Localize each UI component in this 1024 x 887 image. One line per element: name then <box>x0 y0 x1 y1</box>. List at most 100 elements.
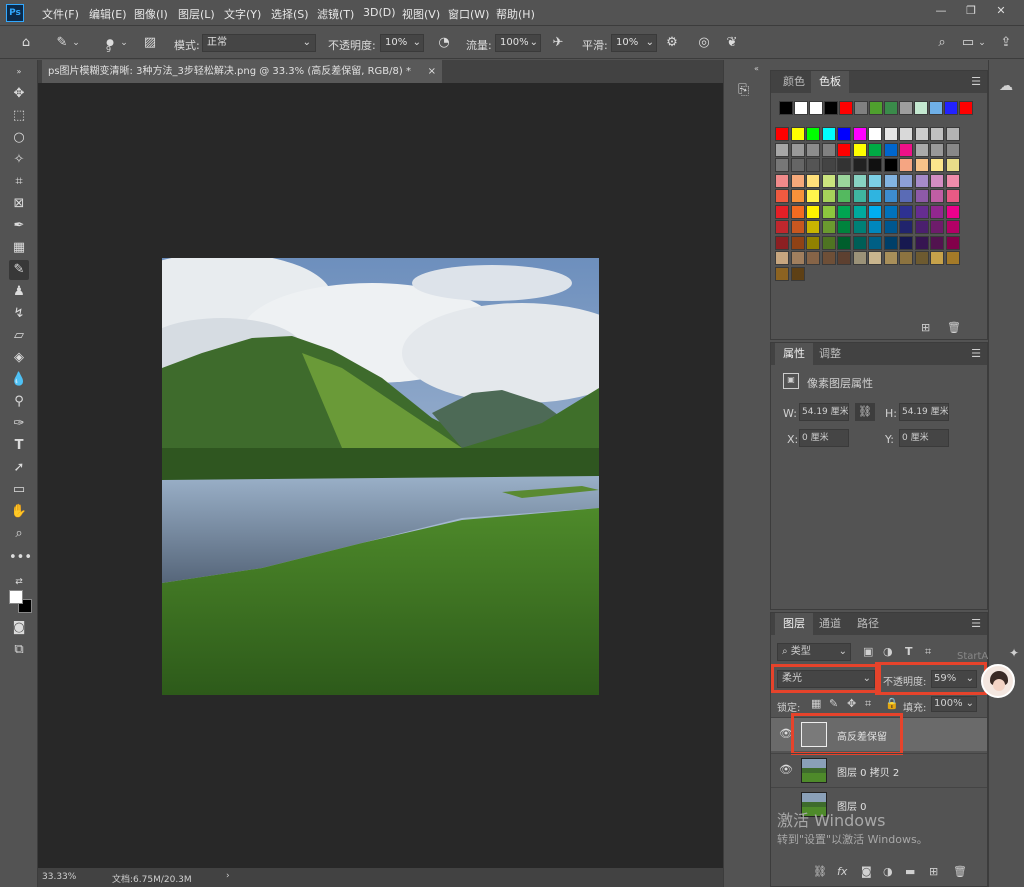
move-tool-icon[interactable]: ✥ <box>9 84 29 104</box>
panel-menu-icon[interactable]: ☰ <box>971 347 981 360</box>
color-swatch[interactable] <box>930 127 944 141</box>
trash-icon[interactable]: 🗑 <box>953 865 967 878</box>
color-swatch[interactable] <box>883 173 898 188</box>
color-swatch[interactable] <box>852 204 867 219</box>
color-swatch[interactable] <box>837 173 851 188</box>
more-tools-icon[interactable]: ••• <box>9 548 32 568</box>
lock-position-icon[interactable]: ✥ <box>847 697 856 710</box>
opacity-input[interactable]: 10% ⌄ <box>380 34 424 52</box>
color-swatch[interactable] <box>790 158 805 172</box>
color-swatch[interactable] <box>868 173 882 188</box>
minimize-icon[interactable]: — <box>930 4 952 20</box>
color-swatch[interactable] <box>775 158 789 172</box>
fx-icon[interactable]: fx <box>837 865 847 878</box>
trash-icon[interactable]: 🗑 <box>947 321 961 334</box>
link-layers-icon[interactable]: ⛓ <box>813 865 827 878</box>
history-panel-icon[interactable]: ⎘ <box>738 82 749 98</box>
path-select-tool-icon[interactable]: ➚ <box>9 458 29 478</box>
color-swatch[interactable] <box>806 220 820 234</box>
brush-settings-icon[interactable]: ▨ <box>140 33 160 53</box>
color-swatch[interactable] <box>806 235 820 250</box>
color-swatch[interactable] <box>868 235 882 250</box>
color-swatch[interactable] <box>837 235 851 250</box>
color-swatch[interactable] <box>914 173 929 188</box>
color-swatch[interactable] <box>899 189 913 203</box>
filter-adjustment-icon[interactable]: ◑ <box>883 645 893 658</box>
color-swatch[interactable] <box>837 142 851 157</box>
color-swatch[interactable] <box>883 189 898 203</box>
color-swatch[interactable] <box>775 266 789 281</box>
marquee-tool-icon[interactable]: ⬚ <box>9 106 29 126</box>
fill-input[interactable]: 100% ⌄ <box>931 696 977 712</box>
color-swatch[interactable] <box>945 220 960 234</box>
color-swatch[interactable] <box>837 189 851 203</box>
avatar[interactable] <box>981 664 1015 698</box>
menu-select[interactable]: 选择(S) <box>271 6 309 22</box>
layer-row[interactable]: 👁 高反差保留 <box>771 713 987 755</box>
zoom-tool-icon[interactable]: ⌕ <box>9 524 29 544</box>
color-swatch[interactable] <box>883 158 898 172</box>
color-swatch[interactable] <box>945 173 960 188</box>
color-swatch[interactable] <box>883 235 898 250</box>
document-tab[interactable]: ps图片模糊变清晰: 3种方法_3步轻松解决.png @ 33.3% (高反差保… <box>42 60 442 83</box>
symmetry-icon[interactable]: ❦ <box>722 33 742 53</box>
tab-swatches[interactable]: 色板 <box>811 71 849 93</box>
color-swatch[interactable] <box>868 158 882 172</box>
new-layer-icon[interactable]: ⊞ <box>929 865 938 878</box>
panel-menu-icon[interactable]: ☰ <box>971 617 981 630</box>
color-swatch[interactable] <box>914 101 928 115</box>
color-swatch[interactable] <box>806 251 820 265</box>
height-input[interactable]: 54.19 厘米 <box>899 403 949 421</box>
pressure-opacity-icon[interactable]: ◔ <box>434 33 454 53</box>
color-swatch[interactable] <box>775 173 789 188</box>
pen-tool-icon[interactable]: ✑ <box>9 414 29 434</box>
add-mask-icon[interactable]: ◙ <box>861 865 872 878</box>
color-swatch[interactable] <box>868 220 882 234</box>
flow-input[interactable]: 100% ⌄ <box>495 34 541 52</box>
home-icon[interactable]: ⌂ <box>16 33 36 53</box>
color-swatch[interactable] <box>806 142 820 157</box>
color-swatch[interactable] <box>821 127 836 141</box>
lock-all-icon[interactable]: 🔒 <box>885 697 899 710</box>
menu-help[interactable]: 帮助(H) <box>496 6 535 22</box>
tab-paths[interactable]: 路径 <box>849 613 887 635</box>
color-swatch[interactable] <box>775 204 789 219</box>
paint-bucket-tool-icon[interactable]: ◈ <box>9 348 29 368</box>
chevron-right-icon[interactable]: › <box>226 871 230 881</box>
color-swatch[interactable] <box>837 204 851 219</box>
color-swatch[interactable] <box>914 189 929 203</box>
color-swatch[interactable] <box>869 101 883 115</box>
x-input[interactable]: 0 厘米 <box>799 429 849 447</box>
chevron-down-icon[interactable]: ⌄ <box>70 33 82 53</box>
pressure-size-icon[interactable]: ◎ <box>694 33 714 53</box>
new-swatch-icon[interactable]: ⊞ <box>921 321 930 334</box>
color-swatch[interactable] <box>945 204 960 219</box>
color-swatch[interactable] <box>945 127 960 141</box>
stamp-tool-icon[interactable]: ♟ <box>9 282 29 302</box>
menu-type[interactable]: 文字(Y) <box>224 6 261 22</box>
lock-pixels-icon[interactable]: ✎ <box>829 697 838 710</box>
panel-menu-icon[interactable]: ☰ <box>971 75 981 88</box>
color-swatch[interactable] <box>824 101 838 115</box>
eye-icon[interactable]: 👁 <box>779 728 793 740</box>
color-swatch[interactable] <box>899 173 913 188</box>
color-swatch[interactable] <box>930 142 944 157</box>
gear-icon[interactable]: ⚙ <box>662 33 682 53</box>
collapse-icon[interactable]: » <box>9 62 29 82</box>
color-swatch[interactable] <box>914 204 929 219</box>
color-swatch[interactable] <box>775 251 789 265</box>
color-swatch[interactable] <box>959 101 973 115</box>
color-swatch[interactable] <box>790 235 805 250</box>
color-swatch[interactable] <box>821 251 836 265</box>
color-swatch[interactable] <box>914 235 929 250</box>
color-swatch[interactable] <box>837 127 851 141</box>
menu-filter[interactable]: 滤镜(T) <box>317 6 354 22</box>
color-swatch[interactable] <box>806 127 820 141</box>
color-swatch[interactable] <box>775 142 789 157</box>
color-swatch[interactable] <box>883 220 898 234</box>
color-swatch[interactable] <box>790 127 805 141</box>
color-swatch[interactable] <box>821 204 836 219</box>
color-swatch[interactable] <box>821 189 836 203</box>
close-icon[interactable]: ✕ <box>990 4 1012 20</box>
color-swatch[interactable] <box>837 251 851 265</box>
